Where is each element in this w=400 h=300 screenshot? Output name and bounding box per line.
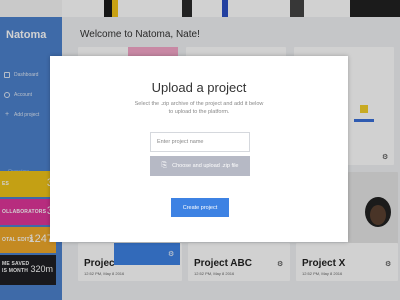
project-name-input[interactable] [150, 132, 250, 152]
modal-title: Upload a project [151, 80, 247, 95]
upload-zip-label: Choose and upload .zip file [172, 163, 239, 169]
modal-description: Select the .zip archive of the project a… [134, 101, 264, 115]
upload-project-modal: Upload a project Select the .zip archive… [50, 56, 348, 242]
create-project-button[interactable]: Create project [171, 198, 229, 217]
upload-zip-button[interactable]: ⎘ Choose and upload .zip file [150, 156, 250, 176]
paperclip-icon: ⎘ [161, 162, 168, 169]
